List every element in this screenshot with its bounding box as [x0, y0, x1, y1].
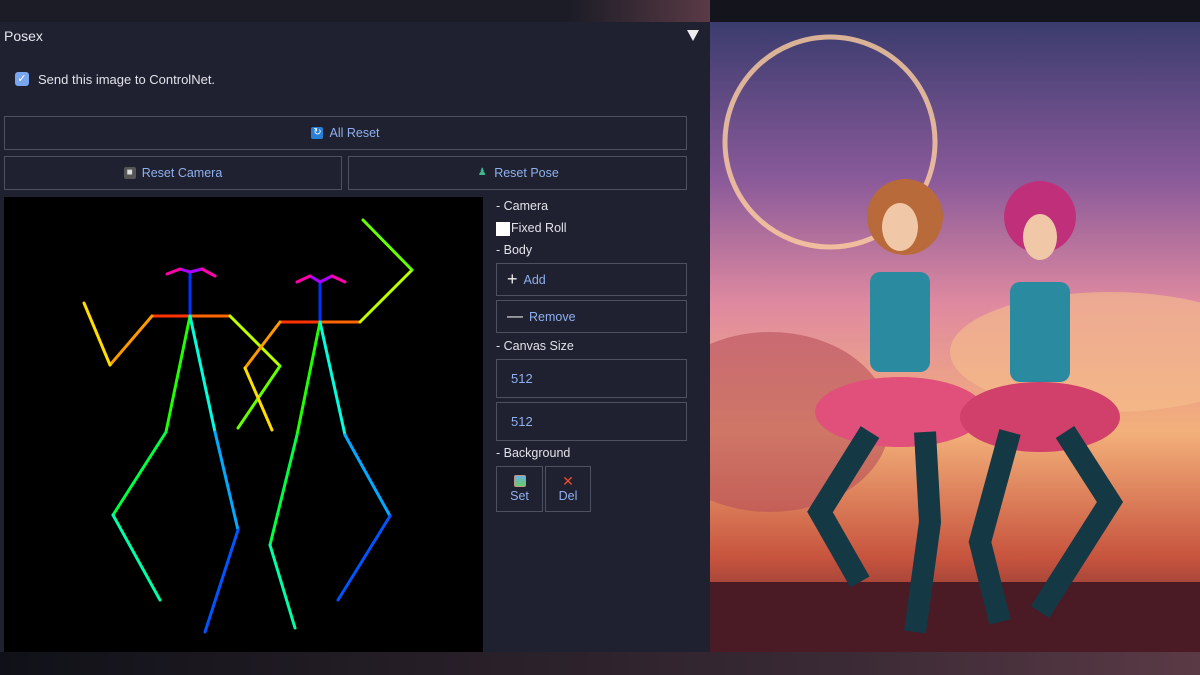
- reset-pose-button[interactable]: ♟ Reset Pose: [348, 156, 687, 190]
- image-icon: [513, 475, 526, 487]
- skeleton-1[interactable]: [82, 267, 282, 634]
- fixed-roll-label: Fixed Roll: [511, 221, 567, 235]
- add-body-button[interactable]: + Add: [496, 263, 687, 296]
- generated-image-art: [710, 34, 1200, 652]
- send-to-controlnet-label: Send this image to ControlNet.: [38, 72, 216, 87]
- fixed-roll-checkbox[interactable]: [496, 222, 510, 236]
- background-section-label: - Background: [496, 446, 571, 460]
- send-to-controlnet-checkbox[interactable]: ✓: [15, 72, 29, 86]
- del-label: Del: [558, 489, 578, 503]
- add-label: Add: [523, 272, 546, 287]
- dancer-right: [960, 181, 1124, 625]
- close-icon: ✕: [562, 473, 574, 489]
- remove-label: Remove: [529, 309, 576, 324]
- delete-background-button[interactable]: ✕ Del: [545, 466, 591, 512]
- refresh-icon: ↻: [311, 127, 324, 139]
- set-background-button[interactable]: Set: [496, 466, 543, 512]
- canvas-size-label: - Canvas Size: [496, 339, 574, 353]
- all-reset-label: All Reset: [329, 126, 380, 140]
- collapse-caret-icon[interactable]: [687, 30, 699, 41]
- pose-skeletons[interactable]: [4, 197, 483, 652]
- body-section-label: - Body: [496, 243, 533, 257]
- person-icon: ♟: [477, 167, 487, 178]
- panel-title: Posex: [4, 28, 43, 44]
- minus-icon: —: [507, 307, 523, 325]
- camera-section-label: - Camera: [496, 199, 549, 213]
- skeleton-2[interactable]: [243, 218, 414, 630]
- bottom-bar: [0, 652, 1200, 675]
- reset-camera-label: Reset Camera: [141, 166, 223, 180]
- generated-image: [710, 22, 1200, 652]
- canvas-height-input[interactable]: 512: [496, 402, 687, 441]
- canvas-width-input[interactable]: 512: [496, 359, 687, 398]
- reset-camera-button[interactable]: ■ Reset Camera: [4, 156, 342, 190]
- plus-icon: +: [507, 269, 518, 289]
- set-label: Set: [510, 489, 529, 503]
- reset-pose-label: Reset Pose: [494, 166, 559, 180]
- pose-canvas[interactable]: [4, 197, 483, 652]
- remove-body-button[interactable]: — Remove: [496, 300, 687, 333]
- camera-icon: ■: [123, 167, 136, 179]
- top-bar: [0, 0, 710, 22]
- all-reset-button[interactable]: ↻ All Reset: [4, 116, 687, 150]
